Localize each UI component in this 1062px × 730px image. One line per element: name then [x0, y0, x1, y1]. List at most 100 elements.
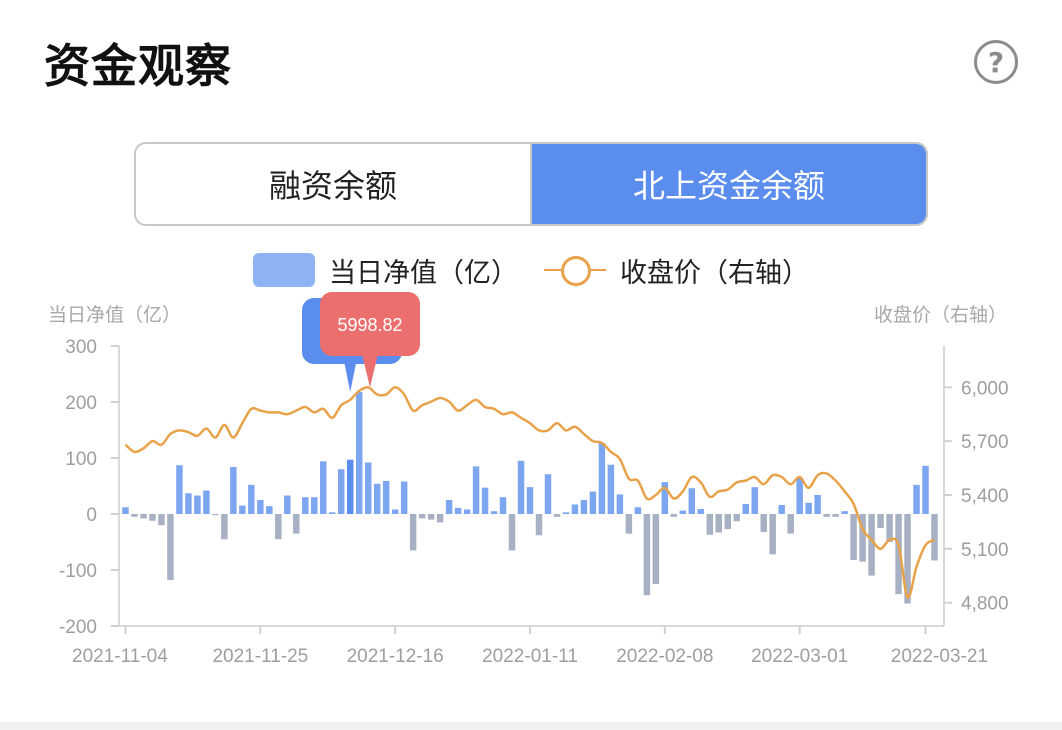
bar	[203, 490, 210, 514]
bar	[832, 514, 839, 517]
bar	[823, 514, 830, 517]
bar	[877, 514, 884, 528]
bar	[248, 484, 255, 514]
bar	[266, 506, 273, 514]
bar	[194, 495, 201, 514]
bar	[517, 460, 525, 514]
x-tick-label: 2022-03-01	[751, 646, 848, 667]
bar	[508, 514, 516, 551]
bar	[158, 514, 165, 526]
bar	[427, 514, 435, 520]
bar	[571, 504, 579, 514]
bar	[868, 514, 875, 576]
bar	[436, 514, 444, 523]
bar	[311, 497, 318, 514]
bar	[634, 507, 642, 514]
y-left-tick-label: 200	[65, 393, 97, 414]
x-tick-label: 2021-11-25	[212, 646, 308, 667]
bar	[625, 514, 633, 534]
bar	[526, 487, 534, 514]
bar	[284, 495, 291, 514]
y-right-tick-label: 5,100	[961, 540, 1009, 561]
price-tooltip-value: 5998.82	[337, 315, 402, 335]
bar-tooltip-pointer	[344, 362, 357, 392]
bar	[400, 481, 408, 514]
bar	[616, 494, 624, 514]
price-tooltip-pointer	[362, 354, 378, 388]
y-right-tick-label: 5,400	[961, 486, 1009, 507]
bar	[364, 462, 372, 514]
y-left-tick-label: -200	[59, 617, 97, 638]
bar	[490, 511, 498, 514]
bar	[742, 503, 749, 514]
bar	[167, 514, 174, 581]
bar	[212, 514, 219, 516]
bar	[688, 488, 696, 514]
bar	[257, 500, 264, 514]
y-left-tick-label: 300	[65, 337, 97, 358]
bar	[391, 509, 399, 514]
bar	[499, 497, 507, 514]
bar	[454, 507, 462, 514]
bar	[787, 514, 794, 534]
bar	[275, 514, 282, 540]
bar	[373, 483, 381, 514]
bar	[337, 469, 345, 514]
bar	[751, 487, 758, 514]
bar	[769, 514, 776, 555]
bar	[913, 484, 920, 514]
x-tick-label: 2021-12-16	[347, 646, 444, 667]
bar	[643, 514, 651, 596]
bar	[463, 509, 471, 514]
bar	[931, 514, 938, 561]
y-right-tick-label: 6,000	[961, 378, 1009, 399]
y-left-tick-label: 0	[86, 505, 97, 526]
bar	[472, 466, 480, 514]
bar	[481, 487, 489, 514]
bar	[293, 514, 300, 534]
bar	[697, 508, 705, 514]
bar	[805, 502, 812, 514]
combo-chart[interactable]: 300 200 100 0 -100 -200 6,000 5,700 5,400 5,100 4,…	[0, 0, 1062, 730]
bar	[652, 514, 660, 584]
x-tick-label: 2021-11-04	[72, 646, 168, 667]
bar	[382, 480, 390, 514]
bar	[724, 514, 731, 530]
y-right-tick-label: 4,800	[961, 594, 1009, 615]
bar	[176, 465, 183, 514]
bar	[418, 514, 426, 519]
bar	[149, 514, 156, 521]
x-tick-label: 2022-02-08	[616, 646, 713, 667]
bar	[814, 494, 821, 514]
bar	[535, 514, 543, 536]
bar	[302, 497, 309, 514]
bar	[796, 477, 803, 514]
bar	[733, 514, 740, 522]
y-left-tick-label: 100	[65, 449, 97, 470]
bar	[346, 459, 354, 514]
bar	[445, 500, 453, 514]
bar	[679, 510, 687, 514]
bar	[355, 391, 363, 514]
bar	[239, 505, 246, 514]
y-right-tick-label: 5,700	[961, 432, 1009, 453]
bar	[850, 514, 857, 560]
bar	[562, 512, 570, 514]
bar	[670, 514, 678, 517]
x-tick-label: 2022-01-11	[482, 646, 578, 667]
bar	[131, 514, 138, 517]
bar	[409, 514, 417, 551]
bar	[841, 511, 848, 514]
bar	[221, 514, 228, 540]
bar	[715, 514, 723, 533]
bar	[122, 507, 129, 514]
y-left-tick-label: -100	[59, 561, 97, 582]
bar	[607, 464, 615, 514]
bar	[706, 514, 714, 535]
bar	[598, 442, 606, 514]
bar	[544, 474, 552, 514]
bar	[580, 500, 588, 514]
bar	[329, 512, 336, 514]
bar	[185, 493, 192, 514]
bottom-divider	[0, 722, 1062, 730]
